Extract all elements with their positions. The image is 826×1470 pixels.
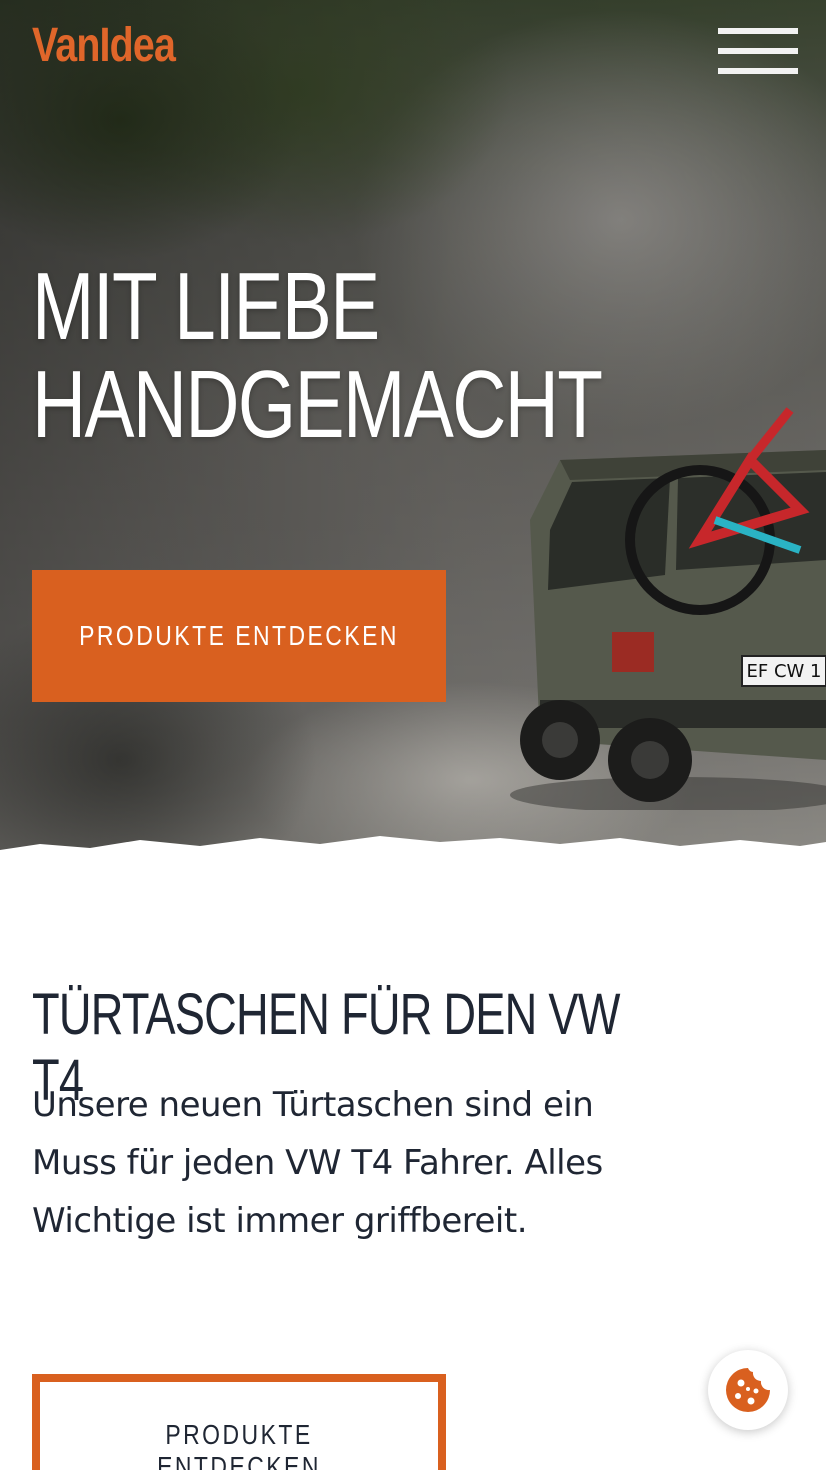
cookie-settings-button[interactable] — [708, 1350, 788, 1430]
hero-torn-edge — [0, 836, 826, 900]
hero-title: MIT LIEBE HANDGEMACHT — [32, 258, 603, 454]
page: EF CW 1 VanIdea MIT LIEBE HANDGEMACHT PR… — [0, 0, 826, 1470]
hero-cta-label: PRODUKTE ENTDECKEN — [79, 620, 399, 651]
menu-bar — [718, 48, 798, 54]
hero-cta-button[interactable]: PRODUKTE ENTDECKEN — [32, 570, 446, 702]
cookie-icon — [726, 1368, 770, 1412]
site-logo[interactable]: VanIdea — [32, 16, 176, 76]
hamburger-menu-icon[interactable] — [718, 28, 798, 76]
license-plate-text: EF CW 1 — [747, 661, 822, 682]
section-cta-button[interactable]: PRODUKTE ENTDECKEN — [32, 1374, 446, 1470]
menu-bar — [718, 28, 798, 34]
menu-bar — [718, 68, 798, 74]
hero-title-line1: MIT LIEBE — [32, 253, 380, 360]
section-description: Unsere neuen Türtaschen sind ein Muss fü… — [32, 1085, 603, 1241]
hero-title-line2: HANDGEMACHT — [32, 351, 603, 458]
van-image: EF CW 1 — [510, 407, 826, 810]
hero-section: EF CW 1 VanIdea MIT LIEBE HANDGEMACHT PR… — [0, 0, 826, 900]
section-cta-label: PRODUKTE ENTDECKEN — [157, 1418, 321, 1470]
